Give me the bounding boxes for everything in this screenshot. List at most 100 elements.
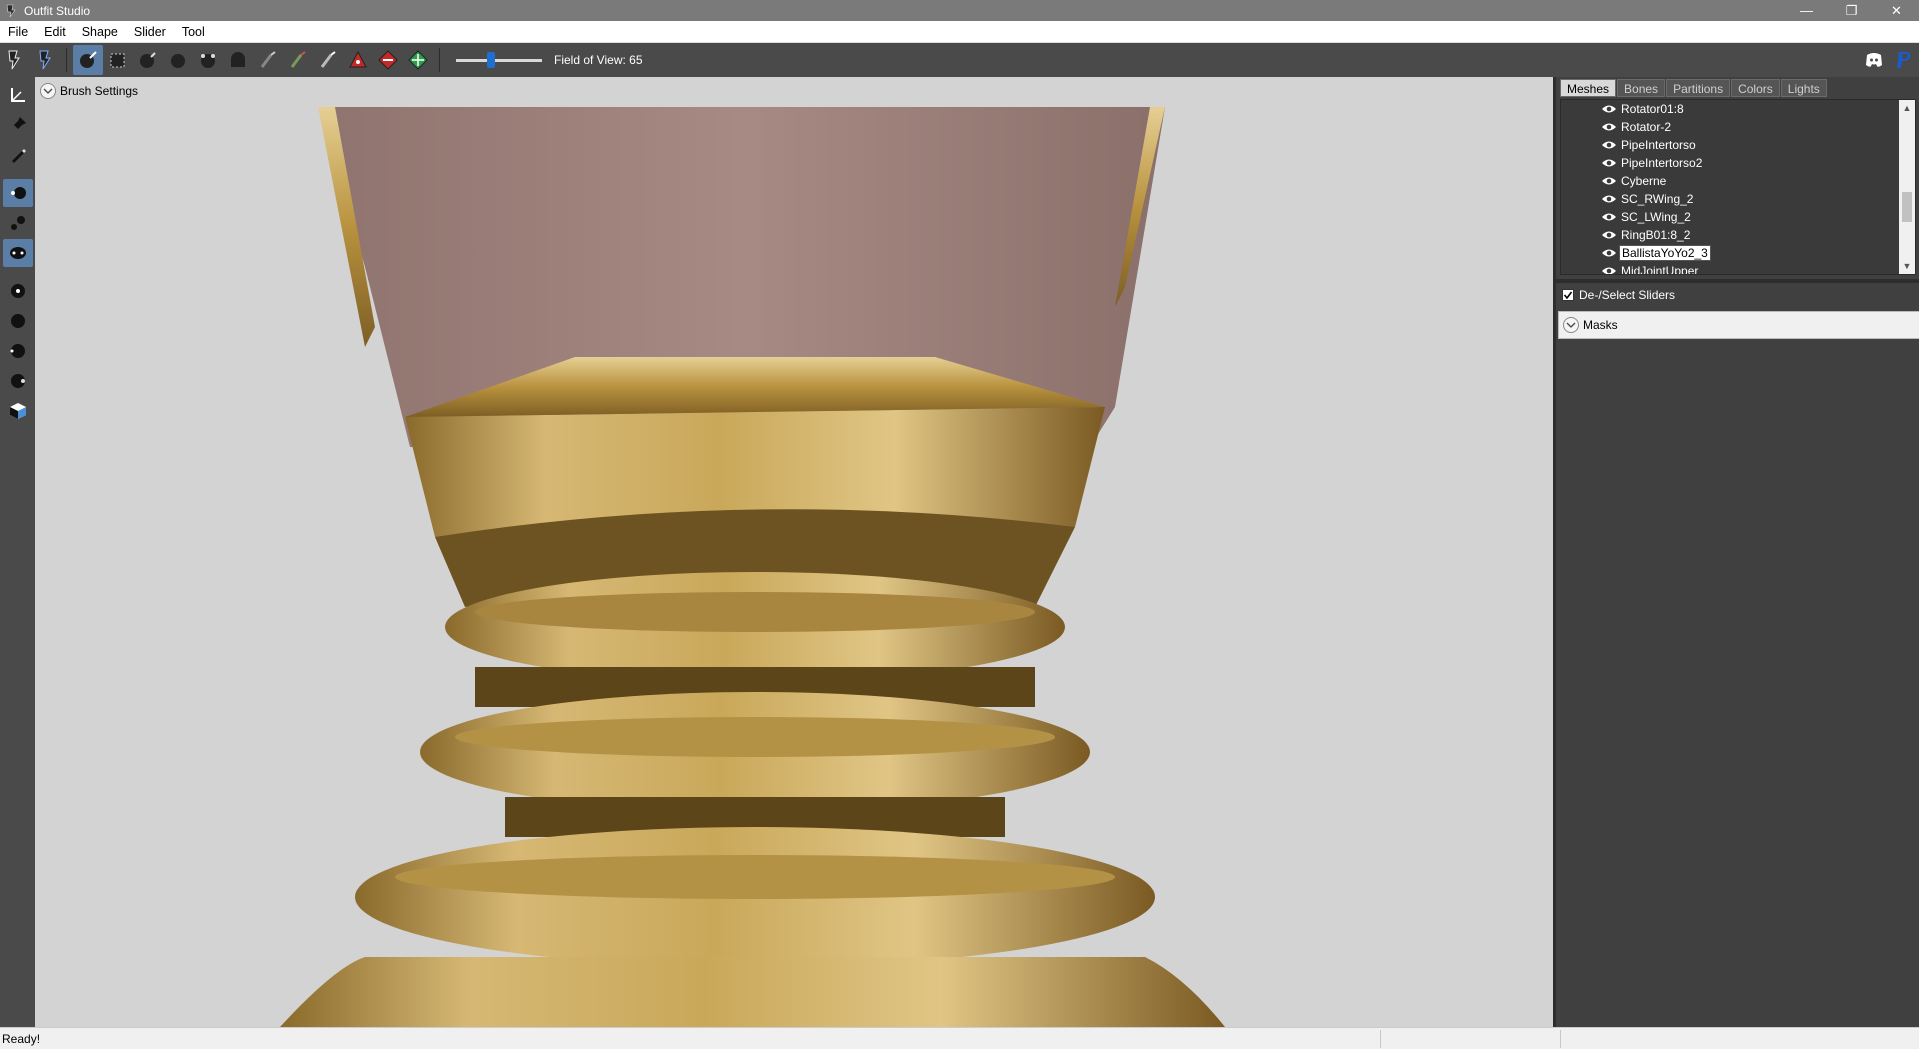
inflate-brush-button[interactable]: [73, 45, 103, 75]
paypal-button[interactable]: [1889, 45, 1919, 75]
expand-chevron-icon: [40, 83, 56, 99]
brush-symmetry-button[interactable]: [2, 239, 33, 267]
mesh-tree-scrollbar[interactable]: ▲ ▼: [1899, 100, 1915, 274]
texture-mode-button[interactable]: [3, 397, 33, 425]
point-mode-button[interactable]: [3, 277, 33, 305]
pencil-icon: [11, 149, 26, 163]
checkbox-checked-icon[interactable]: [1562, 289, 1574, 301]
mesh-item[interactable]: Cyberne: [1601, 172, 1668, 190]
weight-brush-button[interactable]: [313, 45, 343, 75]
scroll-down-icon[interactable]: ▼: [1899, 258, 1915, 274]
eye-icon[interactable]: [1601, 230, 1617, 240]
eye-icon[interactable]: [1601, 122, 1617, 132]
brush-size-small-button[interactable]: [2, 179, 33, 207]
mesh-item[interactable]: SC_LWing_2: [1601, 208, 1693, 226]
wireframe-mode-button[interactable]: [3, 337, 33, 365]
eye-icon[interactable]: [1601, 266, 1617, 275]
mesh-item-label: SC_LWing_2: [1621, 210, 1691, 224]
toolbar-separator: [439, 48, 440, 72]
scroll-up-icon[interactable]: ▲: [1899, 100, 1915, 116]
undiff-brush-icon: [231, 52, 245, 67]
eye-icon[interactable]: [1601, 176, 1617, 186]
flip-edge-button[interactable]: [403, 45, 433, 75]
eye-icon[interactable]: [1601, 104, 1617, 114]
mesh-item[interactable]: Rotator01:8: [1601, 100, 1686, 118]
tab-partitions[interactable]: Partitions: [1666, 79, 1731, 97]
mask-brush-button[interactable]: [103, 45, 133, 75]
minimize-button[interactable]: —: [1784, 0, 1829, 21]
menu-shape[interactable]: Shape: [74, 25, 126, 39]
eye-icon[interactable]: [1601, 212, 1617, 222]
alpha-brush-button[interactable]: [283, 45, 313, 75]
menu-file[interactable]: File: [0, 25, 36, 39]
lighting-mode-button[interactable]: [3, 367, 33, 395]
select-tool-button[interactable]: [0, 45, 30, 75]
field-of-view-slider[interactable]: [456, 52, 542, 68]
title-bar: Outfit Studio — ❐ ✕: [0, 0, 1919, 21]
restore-button[interactable]: ❐: [1829, 0, 1874, 21]
masks-toggle[interactable]: Masks: [1558, 311, 1919, 339]
sphere-dot-icon: [10, 344, 25, 358]
discord-button[interactable]: [1859, 45, 1889, 75]
mesh-item-label: Cyberne: [1621, 174, 1667, 188]
mask-brush-icon: [110, 53, 125, 68]
color-brush-button[interactable]: [253, 45, 283, 75]
brush-falloff-button[interactable]: [3, 209, 33, 237]
menu-bar: File Edit Shape Slider Tool: [0, 21, 1919, 43]
move-brush-button[interactable]: [133, 45, 163, 75]
deselect-sliders-checkbox[interactable]: De-/Select Sliders: [1562, 285, 1675, 305]
panel-splitter[interactable]: [1556, 279, 1919, 283]
deflate-brush-icon: [201, 54, 215, 68]
mesh-item[interactable]: PipeIntertorso2: [1601, 154, 1704, 172]
mesh-item-selected[interactable]: BallistaYoYo2_3: [1601, 244, 1711, 262]
undiff-brush-button[interactable]: [223, 45, 253, 75]
mesh-item-label: BallistaYoYo2_3: [1619, 245, 1711, 261]
menu-edit[interactable]: Edit: [36, 25, 74, 39]
brush-settings-toggle[interactable]: Brush Settings: [40, 83, 138, 99]
scrollbar-thumb[interactable]: [1902, 192, 1912, 222]
paypal-icon: [1897, 52, 1911, 68]
shaded-mode-button[interactable]: [3, 307, 33, 335]
select-tool-icon: [8, 50, 20, 70]
mesh-item-label: MidJointUpper: [1621, 264, 1699, 275]
expand-chevron-icon: [1563, 317, 1579, 333]
brush-symmetry-icon: [9, 247, 26, 259]
tab-bones[interactable]: Bones: [1617, 79, 1666, 97]
pivot-tool-button[interactable]: [3, 81, 33, 109]
brush-size-icon: [10, 187, 26, 199]
status-divider: [1380, 1030, 1381, 1048]
mesh-item[interactable]: Rotator-2: [1601, 118, 1673, 136]
eye-icon[interactable]: [1601, 248, 1617, 258]
inflate-brush-icon: [80, 51, 97, 68]
toolbar: Field of View: 65: [0, 43, 1919, 77]
collapse-vertex-button[interactable]: [373, 45, 403, 75]
brush-falloff-icon: [10, 216, 25, 230]
vertex-select-button[interactable]: [343, 45, 373, 75]
pin-tool-button[interactable]: [3, 111, 33, 139]
menu-tool[interactable]: Tool: [174, 25, 213, 39]
tab-meshes[interactable]: Meshes: [1560, 79, 1617, 97]
tab-colors[interactable]: Colors: [1731, 79, 1780, 97]
mesh-tree[interactable]: Rotator01:8 Rotator-2 PipeIntertorso Pip…: [1560, 99, 1916, 275]
toolbar-separator: [66, 48, 67, 72]
slider-track: [456, 59, 542, 62]
pencil-tool-button[interactable]: [3, 141, 33, 169]
deselect-sliders-label: De-/Select Sliders: [1579, 288, 1676, 302]
deflate-brush-button[interactable]: [193, 45, 223, 75]
transform-tool-icon: [39, 50, 51, 70]
menu-slider[interactable]: Slider: [126, 25, 174, 39]
close-button[interactable]: ✕: [1874, 0, 1919, 21]
slider-thumb[interactable]: [487, 52, 495, 68]
status-divider: [1560, 1030, 1561, 1048]
3d-viewport[interactable]: Brush Settings: [35, 77, 1553, 1027]
mesh-item[interactable]: SC_RWing_2: [1601, 190, 1695, 208]
tab-lights[interactable]: Lights: [1780, 79, 1827, 97]
eye-icon[interactable]: [1601, 194, 1617, 204]
mesh-item[interactable]: MidJointUpper: [1601, 262, 1700, 275]
eye-icon[interactable]: [1601, 158, 1617, 168]
smooth-brush-button[interactable]: [163, 45, 193, 75]
mesh-item[interactable]: RingB01:8_2: [1601, 226, 1692, 244]
eye-icon[interactable]: [1601, 140, 1617, 150]
mesh-item[interactable]: PipeIntertorso: [1601, 136, 1698, 154]
transform-tool-button[interactable]: [30, 45, 60, 75]
